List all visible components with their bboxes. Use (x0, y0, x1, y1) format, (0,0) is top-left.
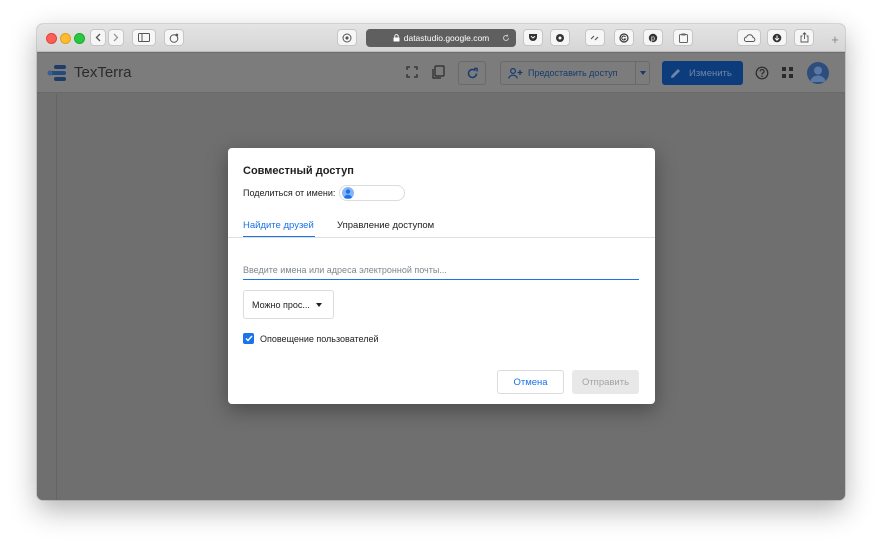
chevron-right-icon (113, 33, 119, 42)
browser-window: datastudio.google.com p + TexTerra Предо… (37, 24, 845, 500)
share-page-button[interactable] (794, 29, 814, 46)
notify-users-label: Оповещение пользователей (260, 333, 379, 344)
share-dialog: Совместный доступ Поделиться от имени: Н… (228, 148, 655, 404)
caret-down-icon (315, 302, 322, 307)
report-title: TexTerra (74, 64, 132, 81)
caret-down-icon (639, 71, 646, 75)
link-icon (590, 35, 599, 40)
edit-report-button[interactable]: Изменить (662, 61, 743, 85)
grammarly-icon (619, 32, 629, 43)
privacy-report-button[interactable] (164, 29, 184, 46)
reload-icon[interactable] (502, 34, 510, 42)
tabs-divider (228, 237, 655, 238)
clipboard-button[interactable] (673, 29, 693, 46)
fullscreen-icon[interactable] (405, 65, 419, 79)
back-button[interactable] (90, 29, 106, 46)
extension-icon (556, 33, 564, 42)
chevron-left-icon (95, 33, 101, 42)
share-as-label: Поделиться от имени: (243, 188, 336, 198)
share-report-button[interactable]: Предоставить доступ (500, 61, 650, 85)
email-input[interactable] (243, 261, 639, 280)
tab-find-friends[interactable]: Найдите друзей (243, 220, 314, 231)
dialog-title: Совместный доступ (243, 165, 354, 177)
send-button[interactable]: Отправить (572, 370, 639, 394)
grammarly-button[interactable] (614, 29, 634, 46)
sidebar-toggle-button[interactable] (132, 29, 156, 46)
pocket-icon (529, 34, 537, 41)
data-studio-logo-icon (47, 65, 66, 81)
permission-value: Можно прос... (252, 299, 310, 310)
address-bar[interactable]: datastudio.google.com (366, 29, 516, 47)
share-icon (800, 32, 808, 43)
reader-button[interactable] (337, 29, 357, 46)
checkmark-icon (245, 335, 253, 342)
add-person-icon (508, 67, 523, 79)
tab-manage-access[interactable]: Управление доступом (337, 220, 434, 231)
pinterest-button[interactable]: p (643, 29, 663, 46)
window-minimize-button[interactable] (60, 33, 71, 44)
reader-icon (342, 33, 352, 42)
privacy-report-icon (169, 33, 179, 43)
edit-report-label: Изменить (689, 67, 732, 79)
share-report-label: Предоставить доступ (528, 68, 618, 78)
notify-users-checkbox[interactable] (243, 333, 254, 344)
sidebar-icon (138, 33, 150, 42)
extension-button[interactable] (550, 29, 570, 46)
lock-icon (393, 34, 400, 42)
browser-toolbar: datastudio.google.com p + (37, 24, 845, 52)
download-icon (772, 33, 782, 42)
window-zoom-button[interactable] (74, 33, 85, 44)
share-as-account-selector[interactable] (339, 185, 406, 201)
user-icon (810, 66, 826, 82)
user-icon (344, 189, 353, 199)
notify-users-row: Оповещение пользователей (243, 333, 379, 344)
apps-grid-icon[interactable] (782, 67, 793, 78)
link-button[interactable] (585, 29, 605, 46)
pinterest-icon: p (648, 33, 658, 42)
copy-report-icon[interactable] (431, 65, 445, 80)
forward-button[interactable] (108, 29, 124, 46)
pocket-button[interactable] (523, 29, 543, 46)
downloads-button[interactable] (767, 29, 787, 46)
share-as-row: Поделиться от имени: (243, 185, 406, 201)
pencil-icon (671, 68, 680, 78)
share-as-avatar (342, 187, 355, 199)
clipboard-icon (678, 33, 688, 43)
refresh-data-button[interactable] (458, 61, 486, 85)
help-icon[interactable] (755, 66, 769, 80)
account-avatar[interactable] (807, 62, 829, 84)
svg-text:p: p (651, 35, 655, 42)
cloud-icon (743, 33, 755, 42)
canvas-left-border (56, 94, 57, 500)
permission-select[interactable]: Можно прос... (243, 290, 334, 319)
refresh-icon (467, 67, 478, 78)
share-options-dropdown[interactable] (635, 62, 649, 84)
url-text: datastudio.google.com (403, 33, 490, 43)
window-close-button[interactable] (46, 33, 57, 44)
new-tab-icon[interactable]: + (827, 32, 843, 48)
app-header: TexTerra Предоставить доступ Изменить (37, 53, 845, 93)
icloud-tabs-button[interactable] (737, 29, 761, 46)
cancel-button[interactable]: Отмена (497, 370, 564, 394)
